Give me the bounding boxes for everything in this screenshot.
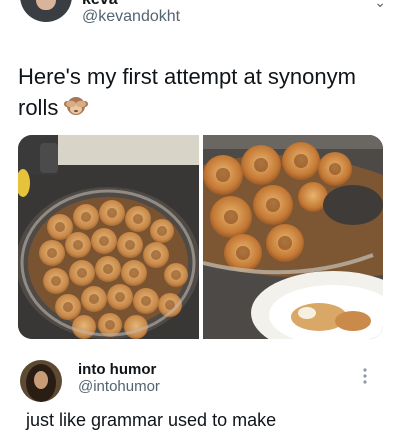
media-image-left[interactable] xyxy=(18,135,199,339)
chevron-down-icon[interactable]: ⌄ xyxy=(374,0,386,11)
author-avatar[interactable] xyxy=(20,0,72,22)
tweet-text-line-1: Here's my first attempt at synonym xyxy=(18,64,356,89)
author-handle[interactable]: @kevandokht xyxy=(82,8,180,26)
media-image-right[interactable] xyxy=(203,135,383,339)
reply-text: just like grammar used to make xyxy=(26,410,277,430)
tweet-text-rolls: rolls xyxy=(18,95,59,120)
more-options-icon[interactable] xyxy=(361,366,369,386)
see-no-evil-monkey-icon xyxy=(64,94,89,124)
reply-display-name[interactable]: into humor xyxy=(78,361,156,378)
reply-handle[interactable]: @intohumor xyxy=(78,378,160,395)
reply-avatar[interactable] xyxy=(20,360,62,402)
tweet-text-line-2: rolls xyxy=(18,93,89,124)
reply-avatar-face xyxy=(34,371,48,389)
avatar-face xyxy=(36,0,56,10)
